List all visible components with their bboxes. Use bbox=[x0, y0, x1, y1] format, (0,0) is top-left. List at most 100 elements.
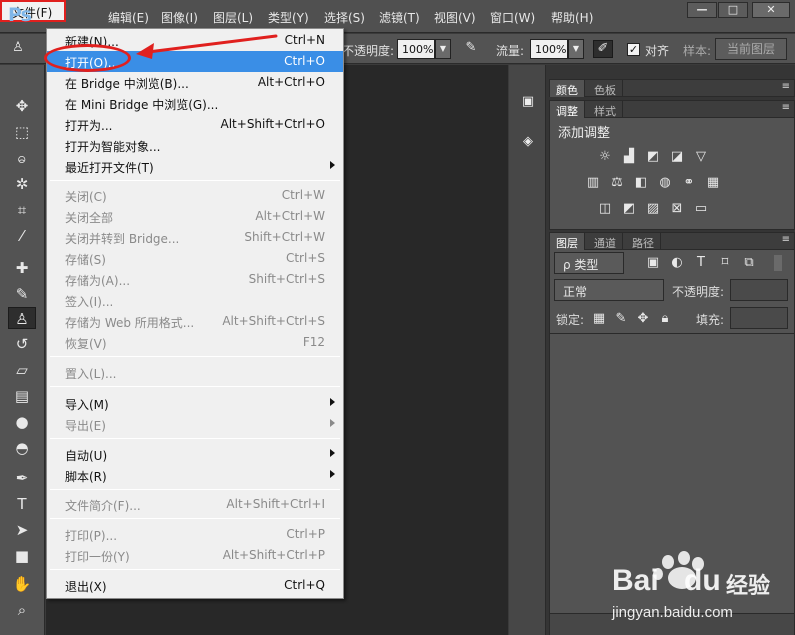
gradient-icon[interactable]: ▤ bbox=[8, 385, 36, 407]
menu-item-open-as[interactable]: 打开为... Alt+Shift+Ctrl+O bbox=[47, 114, 343, 135]
zoom-tool-icon[interactable]: ⌕ bbox=[8, 599, 36, 621]
menu-type[interactable]: 类型(Y) bbox=[268, 9, 309, 26]
stamp-tool-preset-icon[interactable]: ♙ bbox=[8, 40, 28, 58]
tab-styles[interactable]: 样式 bbox=[588, 101, 623, 118]
history-panel-icon[interactable]: ▣ bbox=[517, 91, 539, 113]
filter-pixel-icon[interactable]: ▣ bbox=[644, 255, 662, 271]
tab-color[interactable]: 颜色 bbox=[550, 80, 585, 97]
lock-brush-icon[interactable]: ✎ bbox=[612, 311, 630, 327]
menu-item-browse-mini-bridge[interactable]: 在 Mini Bridge 中浏览(G)... bbox=[47, 93, 343, 114]
menu-item-save[interactable]: 存储(S) Ctrl+S bbox=[47, 248, 343, 269]
filter-toggle[interactable] bbox=[774, 255, 782, 271]
menu-item-open-smart-object[interactable]: 打开为智能对象... bbox=[47, 135, 343, 156]
tab-adjustments[interactable]: 调整 bbox=[550, 101, 585, 118]
lock-position-icon[interactable]: ✥ bbox=[634, 311, 652, 327]
close-button[interactable]: ✕ bbox=[752, 2, 790, 18]
menu-item-print-one-copy[interactable]: 打印一份(Y) Alt+Shift+Ctrl+P bbox=[47, 545, 343, 566]
move-tool-icon[interactable]: ✥ bbox=[8, 95, 36, 117]
menu-item-close-go-bridge[interactable]: 关闭并转到 Bridge... Shift+Ctrl+W bbox=[47, 227, 343, 248]
maximize-button[interactable]: □ bbox=[718, 2, 748, 18]
menu-item-recent-files[interactable]: 最近打开文件(T) bbox=[47, 156, 343, 177]
pressure-icon[interactable]: ✐ bbox=[593, 40, 613, 58]
menu-item-export[interactable]: 导出(E) bbox=[47, 414, 343, 435]
filter-shape-icon[interactable]: ⌑ bbox=[716, 255, 734, 271]
lock-pixels-icon[interactable]: ▦ bbox=[590, 311, 608, 327]
filter-adjust-icon[interactable]: ◐ bbox=[668, 255, 686, 271]
filter-smart-icon[interactable]: ⧉ bbox=[740, 255, 758, 271]
tab-layers[interactable]: 图层 bbox=[550, 233, 585, 250]
marquee-tool-icon[interactable]: ⬚ bbox=[8, 121, 36, 143]
invert-icon[interactable]: ◫ bbox=[596, 201, 614, 217]
channel-mixer-icon[interactable]: ⚭ bbox=[680, 175, 698, 191]
panel-menu-icon[interactable]: ≡ bbox=[782, 81, 790, 92]
eyedropper-icon[interactable]: ⁄ bbox=[8, 225, 36, 247]
vibrance-icon[interactable]: ▽ bbox=[692, 149, 710, 165]
brightness-icon[interactable]: ☼ bbox=[596, 149, 614, 165]
filter-type-icon[interactable]: T bbox=[692, 255, 710, 271]
menu-item-browse-bridge[interactable]: 在 Bridge 中浏览(B)... Alt+Ctrl+O bbox=[47, 72, 343, 93]
tab-swatches[interactable]: 色板 bbox=[588, 80, 623, 97]
menu-item-revert[interactable]: 恢复(V) F12 bbox=[47, 332, 343, 353]
sample-dropdown[interactable]: 当前图层 bbox=[715, 38, 787, 60]
eraser-icon[interactable]: ▱ bbox=[8, 359, 36, 381]
clone-stamp-icon[interactable]: ♙ bbox=[8, 307, 36, 329]
color-lookup-icon[interactable]: ▦ bbox=[704, 175, 722, 191]
lasso-tool-icon[interactable]: ဓ bbox=[8, 147, 36, 169]
layer-opacity-input[interactable] bbox=[730, 279, 788, 301]
menu-item-automate[interactable]: 自动(U) bbox=[47, 444, 343, 465]
menu-layer[interactable]: 图层(L) bbox=[213, 9, 253, 26]
fill-input[interactable] bbox=[730, 307, 788, 329]
brush-tool-icon[interactable]: ✎ bbox=[8, 283, 36, 305]
blur-tool-icon[interactable]: ● bbox=[8, 411, 36, 433]
menu-item-print[interactable]: 打印(P)... Ctrl+P bbox=[47, 524, 343, 545]
shape-tool-icon[interactable]: ■ bbox=[8, 545, 36, 567]
pen-tool-icon[interactable]: ✒ bbox=[8, 467, 36, 489]
menu-item-save-as[interactable]: 存储为(A)... Shift+Ctrl+S bbox=[47, 269, 343, 290]
menu-item-file-info[interactable]: 文件简介(F)... Alt+Shift+Ctrl+I bbox=[47, 494, 343, 515]
menu-item-import[interactable]: 导入(M) bbox=[47, 393, 343, 414]
tab-paths[interactable]: 路径 bbox=[626, 233, 661, 250]
menu-select[interactable]: 选择(S) bbox=[324, 9, 365, 26]
minimize-button[interactable]: — bbox=[687, 2, 717, 18]
menu-item-place[interactable]: 置入(L)... bbox=[47, 362, 343, 383]
flow-input[interactable]: 100% bbox=[530, 39, 568, 59]
color-balance-icon[interactable]: ⚖ bbox=[608, 175, 626, 191]
panel-menu-icon[interactable]: ≡ bbox=[782, 102, 790, 113]
posterize-icon[interactable]: ◩ bbox=[620, 201, 638, 217]
threshold-icon[interactable]: ▨ bbox=[644, 201, 662, 217]
gradient-map-icon[interactable]: ▭ bbox=[692, 201, 710, 217]
photo-filter-icon[interactable]: ◍ bbox=[656, 175, 674, 191]
menu-view[interactable]: 视图(V) bbox=[434, 9, 476, 26]
type-tool-icon[interactable]: T bbox=[8, 493, 36, 515]
menu-help[interactable]: 帮助(H) bbox=[551, 9, 593, 26]
opacity-input[interactable]: 100% bbox=[397, 39, 435, 59]
tab-channels[interactable]: 通道 bbox=[588, 233, 623, 250]
menu-window[interactable]: 窗口(W) bbox=[490, 9, 535, 26]
menu-item-save-for-web[interactable]: 存储为 Web 所用格式... Alt+Shift+Ctrl+S bbox=[47, 311, 343, 332]
dodge-tool-icon[interactable]: ◓ bbox=[8, 437, 36, 459]
menu-item-exit[interactable]: 退出(X) Ctrl+Q bbox=[47, 575, 343, 596]
curves-icon[interactable]: ◩ bbox=[644, 149, 662, 165]
menu-item-scripts[interactable]: 脚本(R) bbox=[47, 465, 343, 486]
healing-brush-icon[interactable]: ✚ bbox=[8, 257, 36, 279]
selective-color-icon[interactable]: ⊠ bbox=[668, 201, 686, 217]
levels-icon[interactable]: ▟ bbox=[620, 149, 638, 165]
menu-item-close[interactable]: 关闭(C) Ctrl+W bbox=[47, 185, 343, 206]
exposure-icon[interactable]: ◪ bbox=[668, 149, 686, 165]
lock-all-icon[interactable]: 🔒︎ bbox=[656, 311, 674, 327]
history-brush-icon[interactable]: ↺ bbox=[8, 333, 36, 355]
blend-mode-dropdown[interactable]: 正常 bbox=[554, 279, 664, 301]
black-white-icon[interactable]: ◧ bbox=[632, 175, 650, 191]
menu-item-check-in[interactable]: 签入(I)... bbox=[47, 290, 343, 311]
layer-filter-dropdown[interactable]: ρ 类型 bbox=[554, 252, 624, 274]
crop-tool-icon[interactable]: ⌗ bbox=[8, 199, 36, 221]
panel-menu-icon[interactable]: ≡ bbox=[782, 234, 790, 245]
align-checkbox[interactable]: ✓ bbox=[627, 43, 640, 56]
hue-saturation-icon[interactable]: ▥ bbox=[584, 175, 602, 191]
airbrush-icon[interactable]: ✎ bbox=[461, 40, 481, 58]
path-select-icon[interactable]: ➤ bbox=[8, 519, 36, 541]
magic-wand-icon[interactable]: ✲ bbox=[8, 173, 36, 195]
menu-item-close-all[interactable]: 关闭全部 Alt+Ctrl+W bbox=[47, 206, 343, 227]
menu-filter[interactable]: 滤镜(T) bbox=[379, 9, 420, 26]
properties-panel-icon[interactable]: ◈ bbox=[517, 131, 539, 153]
